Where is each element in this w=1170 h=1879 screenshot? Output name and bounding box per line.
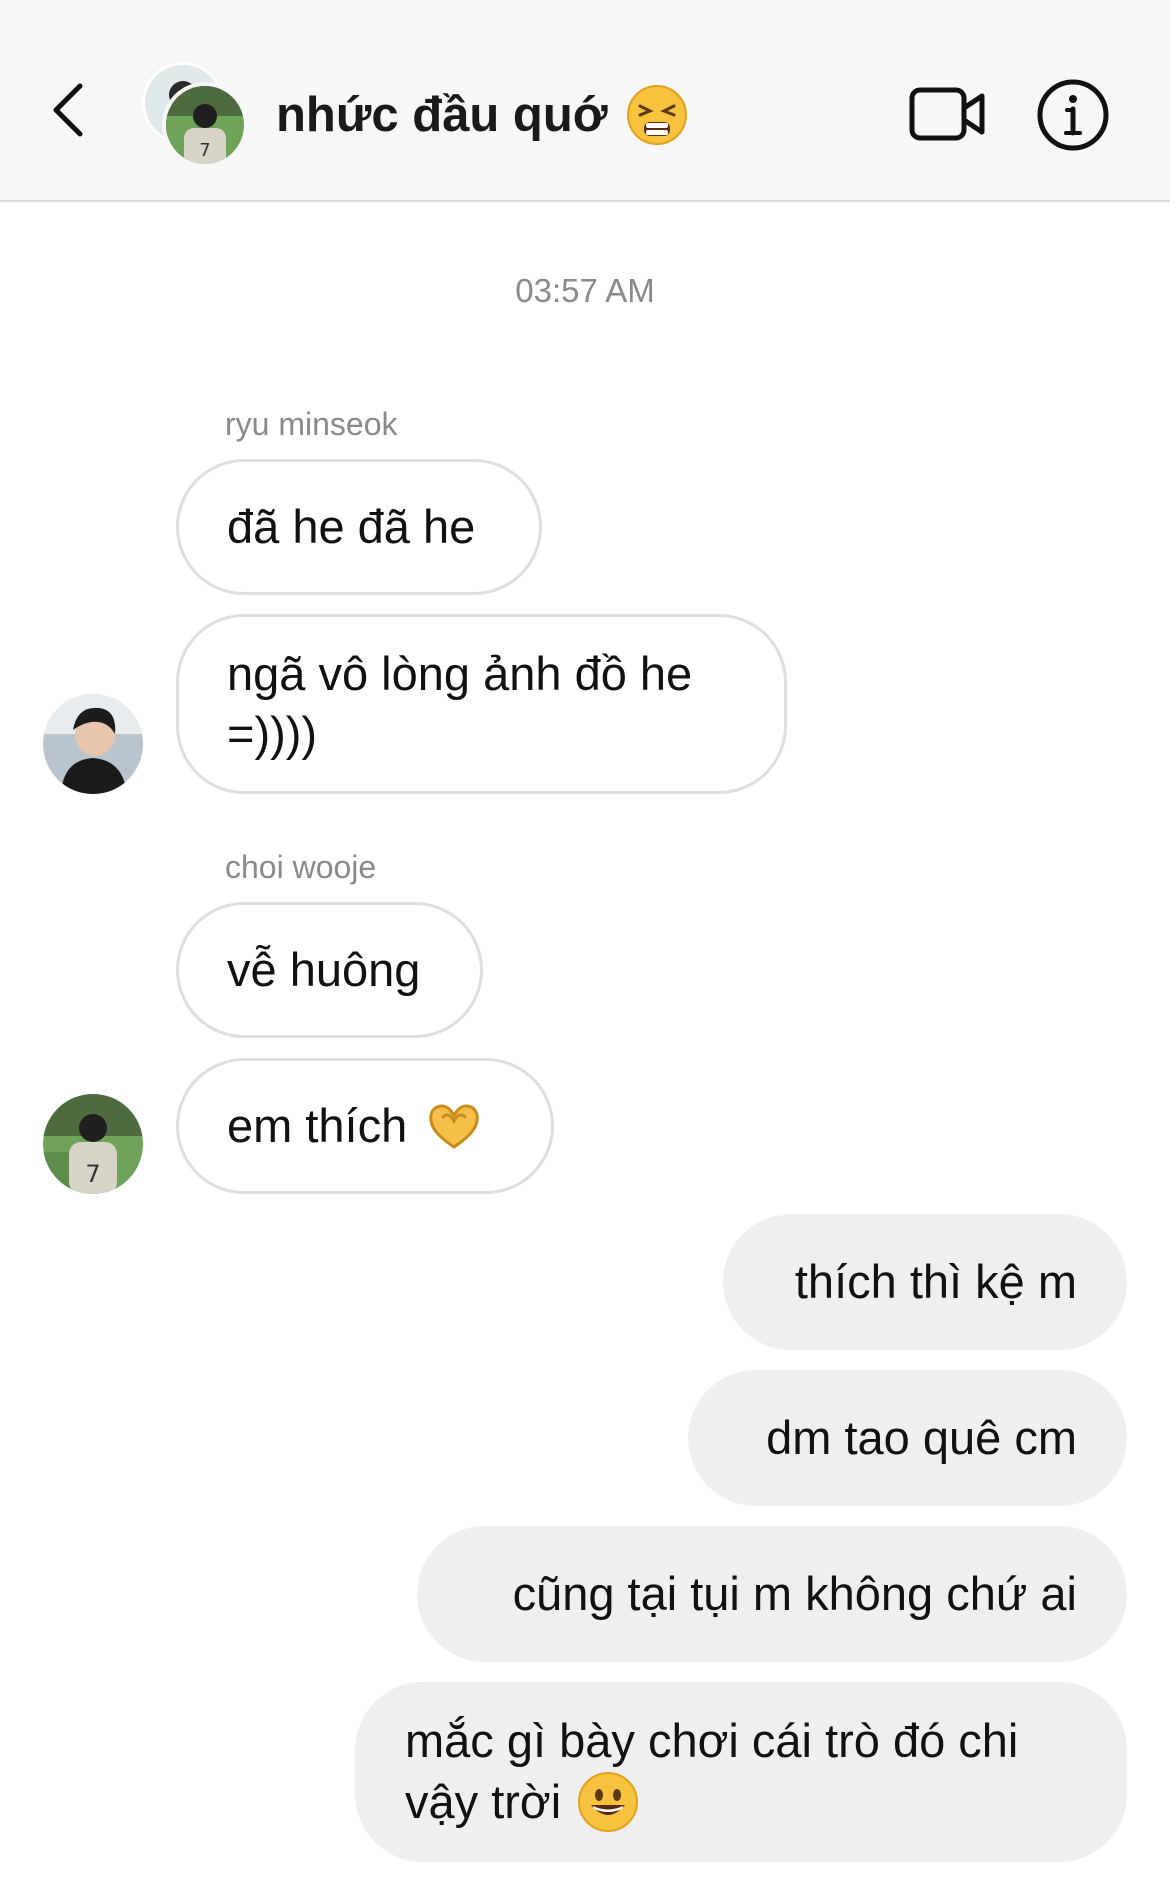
outgoing-message-bubble[interactable]: dm tao quê cm	[688, 1370, 1127, 1506]
incoming-message-bubble[interactable]: vễ huông	[176, 902, 483, 1038]
tired-face-emoji-icon	[626, 85, 687, 145]
message-text: thích thì kệ m	[794, 1255, 1077, 1308]
info-icon[interactable]	[1036, 78, 1110, 152]
video-call-icon[interactable]	[908, 84, 988, 144]
sender-name: choi wooje	[225, 849, 377, 885]
outgoing-message-bubble[interactable]: cũng tại tụi m không chứ ai	[417, 1526, 1127, 1662]
sender-name: ryu minseok	[225, 406, 398, 442]
chat-title-text: nhức đầu quớ	[276, 88, 608, 142]
back-chevron-icon[interactable]	[44, 80, 94, 140]
outgoing-message-bubble[interactable]: mắc gì bày chơi cái trò đó chi vậy trời	[355, 1682, 1127, 1862]
svg-text:7: 7	[199, 140, 210, 161]
incoming-message-bubble[interactable]: đã he đã he	[176, 459, 542, 595]
outgoing-message-bubble[interactable]: thích thì kệ m	[723, 1214, 1127, 1350]
sender-avatar[interactable]: 7	[43, 1094, 143, 1194]
group-avatar[interactable]: 7	[142, 62, 248, 168]
chat-header: 7 nhức đầu quớ	[0, 0, 1170, 202]
sender-avatar[interactable]	[43, 694, 143, 794]
message-text: đã he đã he	[227, 500, 476, 553]
incoming-message-bubble[interactable]: ngã vô lòng ảnh đồ he =))))	[176, 614, 787, 794]
chat-title[interactable]: nhức đầu quớ	[276, 84, 688, 146]
group-avatar-front: 7	[162, 82, 248, 168]
incoming-message-bubble[interactable]: em thích	[176, 1058, 554, 1194]
message-text: cũng tại tụi m không chứ ai	[512, 1567, 1077, 1620]
grinning-face-emoji-icon	[578, 1772, 639, 1832]
message-text: em thích	[227, 1099, 408, 1152]
heart-hands-emoji-icon	[429, 1104, 479, 1149]
svg-text:7: 7	[85, 1160, 100, 1188]
message-text: mắc gì bày chơi cái trò đó chi vậy trời	[405, 1711, 1018, 1833]
message-text: ngã vô lòng ảnh đồ he =))))	[227, 647, 693, 760]
message-text: dm tao quê cm	[766, 1411, 1077, 1464]
message-timestamp: 03:57 AM	[515, 272, 655, 309]
message-text: vễ huông	[227, 943, 421, 996]
